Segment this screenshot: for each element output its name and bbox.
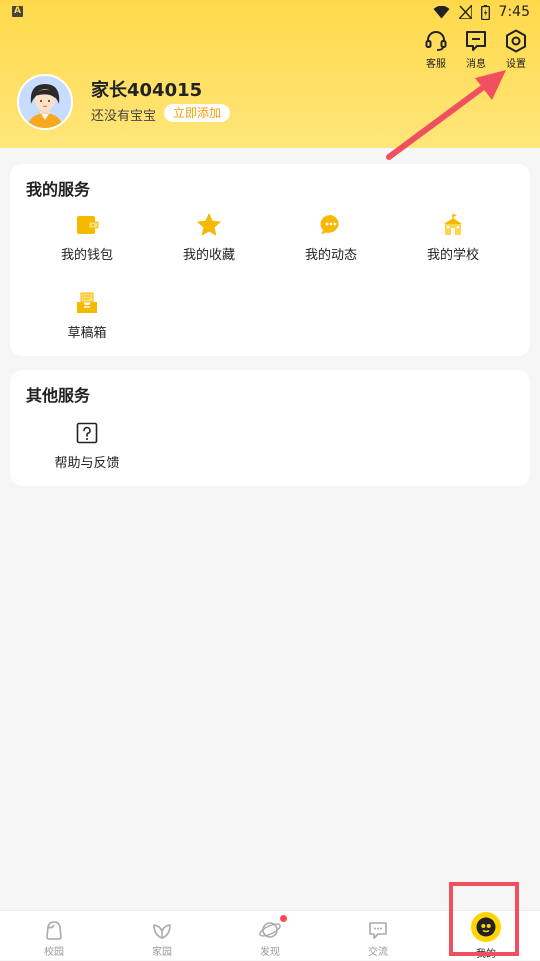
tab-discover[interactable]: 发现 xyxy=(216,911,324,961)
username: 家长404015 xyxy=(91,80,203,101)
other-services-card: 其他服务 帮助与反馈 xyxy=(10,370,530,486)
chat-icon xyxy=(369,922,387,939)
headset-icon xyxy=(425,31,447,51)
customer-service-button[interactable]: 客服 xyxy=(422,28,450,70)
tab-home[interactable]: 家园 xyxy=(108,911,216,961)
service-label: 帮助与反馈 xyxy=(54,456,120,471)
no-baby-text: 还没有宝宝 xyxy=(91,109,157,124)
tab-campus[interactable]: 校园 xyxy=(0,911,108,961)
school-icon xyxy=(444,214,462,235)
signal-icon xyxy=(458,5,472,19)
add-baby-button[interactable]: 立即添加 xyxy=(164,104,231,122)
wallet-icon xyxy=(77,216,99,234)
service-drafts[interactable]: 草稿箱 xyxy=(10,290,164,341)
app-notification-icon: A xyxy=(12,6,23,17)
message-icon xyxy=(466,31,486,51)
avatar[interactable] xyxy=(17,74,73,130)
service-label: 我的收藏 xyxy=(182,248,235,263)
service-label: 我的学校 xyxy=(426,248,479,263)
tab-chat[interactable]: 交流 xyxy=(324,911,432,961)
messages-label: 消息 xyxy=(466,59,486,70)
tab-label: 家园 xyxy=(152,947,172,958)
service-label: 我的钱包 xyxy=(60,248,113,263)
discover-icon-wrap xyxy=(259,915,287,941)
highlight-box xyxy=(449,882,519,956)
campus-icon xyxy=(46,921,62,940)
service-help-feedback[interactable]: 帮助与反馈 xyxy=(10,420,164,471)
clock: 7:45 xyxy=(498,4,530,20)
service-label: 草稿箱 xyxy=(67,326,107,341)
tab-label: 交流 xyxy=(368,947,388,958)
my-services-card: 我的服务 我的钱包 我的收藏 我的动态 我的学校 草稿箱 xyxy=(10,164,530,356)
messages-button[interactable]: 消息 xyxy=(462,28,490,70)
tab-label: 校园 xyxy=(44,947,64,958)
settings-label: 设置 xyxy=(506,59,526,70)
notification-dot xyxy=(280,915,287,922)
profile-header: A 7:45 客服 消息 设置 家长404015 还没有宝宝 立即添加 xyxy=(0,0,540,148)
service-school[interactable]: 我的学校 xyxy=(376,212,530,263)
customer-service-label: 客服 xyxy=(426,59,446,70)
discover-planet-icon xyxy=(259,922,281,938)
status-bar: A 7:45 xyxy=(0,0,540,24)
settings-button[interactable]: 设置 xyxy=(502,28,530,70)
parent-avatar-icon xyxy=(19,76,71,128)
other-services-title: 其他服务 xyxy=(26,386,91,405)
settings-icon xyxy=(506,29,526,53)
my-services-title: 我的服务 xyxy=(26,180,91,199)
home-leaf-icon xyxy=(153,924,171,939)
battery-icon xyxy=(480,4,490,20)
wifi-icon xyxy=(433,5,450,18)
star-icon xyxy=(197,213,221,236)
service-label: 我的动态 xyxy=(304,248,357,263)
drafts-tray-icon xyxy=(77,292,97,313)
help-icon xyxy=(76,422,98,444)
tab-label: 发现 xyxy=(260,947,280,958)
chat-bubble-icon xyxy=(320,214,339,235)
header-actions: 客服 消息 设置 xyxy=(422,28,530,70)
